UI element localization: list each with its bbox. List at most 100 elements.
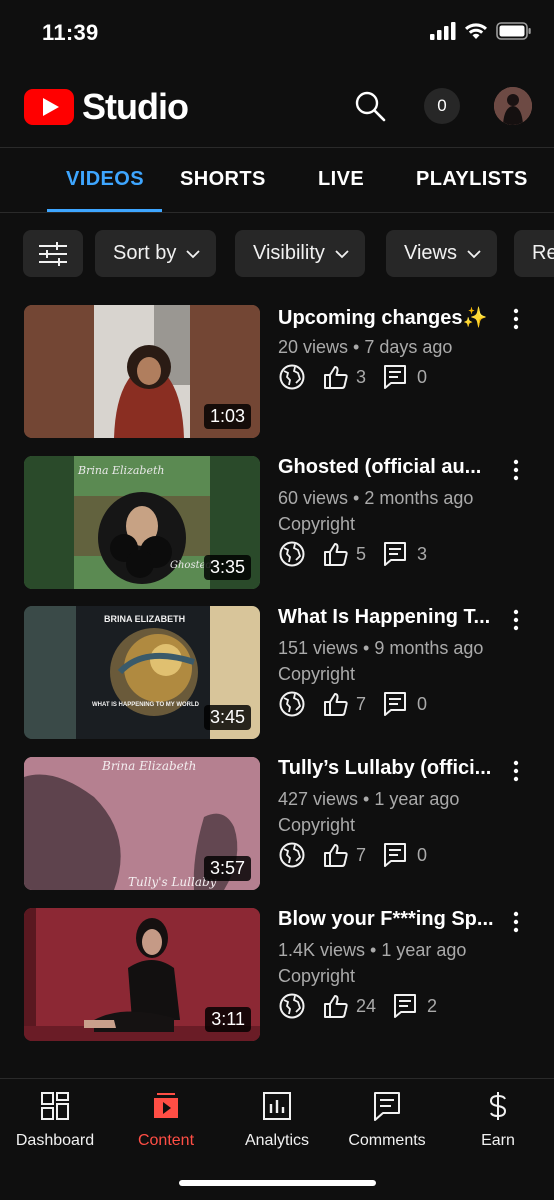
sort-by-label: Sort by — [113, 242, 177, 264]
nav-item-earn[interactable]: Earn — [443, 1091, 553, 1150]
video-item[interactable]: Brina Elizabeth Ghosted 3:35 Ghosted (of… — [0, 456, 554, 590]
globe-icon — [279, 993, 305, 1019]
more-vert-icon[interactable] — [508, 307, 524, 331]
likes-stat: 7 — [323, 691, 366, 717]
video-item[interactable]: 1:03 Upcoming changes✨ 20 views • 7 days… — [0, 305, 554, 439]
likes-stat: 24 — [323, 993, 376, 1019]
video-restriction[interactable]: Copyright — [278, 664, 355, 685]
video-meta: 427 views • 1 year ago — [278, 789, 460, 809]
comment-icon — [394, 994, 417, 1018]
comments-icon — [374, 1092, 400, 1121]
thumbnail-caption: BRINA ELIZABETH — [104, 614, 186, 624]
views-chip[interactable]: Views — [386, 230, 497, 277]
video-thumbnail[interactable]: 3:11 — [24, 908, 260, 1041]
comments-count: 0 — [417, 366, 428, 387]
likes-count: 7 — [356, 844, 367, 865]
tab-videos[interactable]: VIDEOS — [66, 168, 144, 191]
restrictions-label: Re — [532, 242, 554, 264]
visibility-chip[interactable]: Visibility — [235, 230, 365, 277]
dashboard-icon — [41, 1092, 69, 1120]
video-stats: 3 0 — [278, 363, 427, 391]
nav-label: Dashboard — [15, 1132, 95, 1149]
likes-count: 5 — [356, 543, 367, 564]
tab-live[interactable]: LIVE — [318, 168, 364, 191]
status-bar: 11:39 — [0, 0, 554, 66]
chevron-down-icon — [467, 249, 481, 258]
globe-icon — [279, 842, 305, 868]
video-stats: 24 2 — [278, 992, 437, 1020]
comment-icon — [384, 365, 407, 389]
youtube-studio-logo[interactable]: Studio — [24, 86, 189, 128]
comments-stat: 0 — [383, 364, 427, 390]
globe-icon — [279, 364, 305, 390]
avatar-image — [494, 87, 532, 125]
more-vert-icon[interactable] — [508, 910, 524, 934]
app-header: Studio 0 — [0, 66, 554, 148]
comments-count: 0 — [417, 844, 428, 865]
video-title[interactable]: What Is Happening T... — [278, 606, 500, 629]
video-meta: 20 views • 7 days ago — [278, 337, 453, 357]
restrictions-chip[interactable]: Re — [514, 230, 554, 277]
video-duration: 3:57 — [203, 856, 251, 881]
views-label: Views — [404, 242, 457, 264]
video-thumbnail[interactable]: Brina Elizabeth Tully's Lullaby 3:57 — [24, 757, 260, 890]
thumbnail-caption: Brina Elizabeth — [78, 464, 165, 477]
comments-stat: 0 — [383, 842, 427, 868]
comment-icon — [384, 843, 407, 867]
tab-shorts[interactable]: SHORTS — [180, 168, 266, 191]
notifications-button[interactable]: 0 — [424, 88, 460, 124]
video-restriction[interactable]: Copyright — [278, 514, 355, 535]
video-meta: 151 views • 9 months ago — [278, 638, 484, 658]
more-vert-icon[interactable] — [508, 759, 524, 783]
sort-by-chip[interactable]: Sort by — [95, 230, 217, 277]
video-title[interactable]: Upcoming changes✨ — [278, 305, 500, 330]
video-title[interactable]: Blow your F***ing Sp... — [278, 908, 500, 931]
video-item[interactable]: 3:11 Blow your F***ing Sp... 1.4K views … — [0, 908, 554, 1042]
more-vert-icon[interactable] — [508, 608, 524, 632]
comments-stat: 2 — [393, 993, 437, 1019]
filter-settings-button[interactable] — [23, 230, 83, 277]
dollar-icon — [489, 1092, 507, 1120]
search-icon[interactable] — [352, 88, 388, 124]
video-thumbnail[interactable]: Brina Elizabeth Ghosted 3:35 — [24, 456, 260, 589]
video-item[interactable]: Brina Elizabeth Tully's Lullaby 3:57 Tul… — [0, 757, 554, 891]
video-restriction[interactable]: Copyright — [278, 966, 355, 987]
video-item[interactable]: BRINA ELIZABETH WHAT IS HAPPENING TO MY … — [0, 606, 554, 740]
likes-count: 3 — [356, 366, 367, 387]
comments-count: 0 — [417, 693, 428, 714]
video-title[interactable]: Ghosted (official au... — [278, 456, 500, 479]
tab-playlists[interactable]: PLAYLISTS — [416, 168, 528, 191]
thumbs-up-icon — [324, 543, 348, 566]
video-restriction[interactable]: Copyright — [278, 815, 355, 836]
nav-label: Content — [137, 1132, 195, 1149]
thumbs-up-icon — [324, 693, 348, 716]
comment-icon — [384, 542, 407, 566]
nav-label: Earn — [481, 1132, 515, 1149]
video-title[interactable]: Tully’s Lullaby (offici... — [278, 757, 500, 780]
chevron-down-icon — [186, 249, 200, 258]
account-avatar[interactable] — [494, 87, 532, 125]
filter-chips: Sort by Visibility Views Re — [0, 230, 554, 278]
nav-item-dashboard[interactable]: Dashboard — [0, 1091, 110, 1150]
more-vert-icon[interactable] — [508, 458, 524, 482]
thumbs-up-icon — [324, 844, 348, 867]
video-stats: 7 0 — [278, 841, 427, 869]
video-stats: 5 3 — [278, 540, 427, 568]
globe-icon — [279, 691, 305, 717]
video-duration: 3:35 — [203, 555, 251, 580]
video-duration: 3:11 — [205, 1007, 251, 1032]
comments-count: 3 — [417, 543, 428, 564]
nav-label: Comments — [348, 1132, 426, 1149]
video-thumbnail[interactable]: 1:03 — [24, 305, 260, 438]
app-name: Studio — [82, 86, 189, 127]
video-meta: 1.4K views • 1 year ago — [278, 940, 467, 960]
thumbs-up-icon — [324, 995, 348, 1018]
thumbnail-caption: WHAT IS HAPPENING TO MY WORLD — [92, 702, 200, 708]
nav-item-analytics[interactable]: Analytics — [222, 1091, 332, 1150]
video-thumbnail[interactable]: BRINA ELIZABETH WHAT IS HAPPENING TO MY … — [24, 606, 260, 739]
nav-item-content[interactable]: Content — [111, 1091, 221, 1150]
home-indicator[interactable] — [179, 1180, 376, 1186]
notification-count: 0 — [437, 96, 447, 115]
nav-item-comments[interactable]: Comments — [332, 1091, 442, 1150]
status-icons — [430, 22, 532, 40]
